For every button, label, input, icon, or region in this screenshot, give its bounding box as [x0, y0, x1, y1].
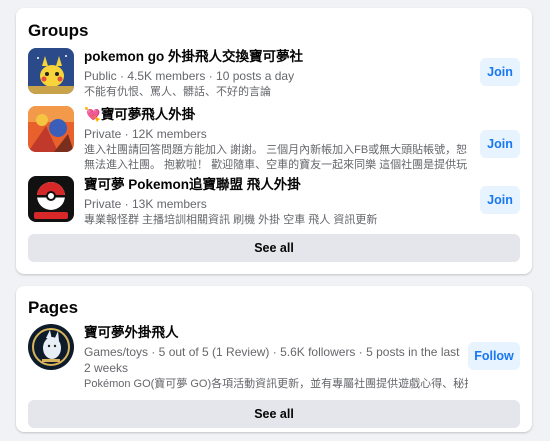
group-1-thumbnail[interactable]: [28, 48, 74, 94]
page-name[interactable]: 寶可夢外掛飛人: [84, 324, 468, 342]
group-description: 不能有仇恨、罵人、髒話、不好的言論: [84, 86, 271, 98]
groups-title: Groups: [28, 21, 89, 40]
group-item[interactable]: 寶可夢 Pokemon追寶聯盟 飛人外掛 Private · 13K membe…: [28, 176, 520, 226]
page-avatar[interactable]: [28, 324, 74, 370]
join-button[interactable]: Join: [480, 186, 520, 214]
page-item[interactable]: 寶可夢外掛飛人 Games/toys · 5 out of 5 (1 Revie…: [28, 324, 520, 390]
group-3-thumbnail[interactable]: [28, 176, 74, 222]
group-name[interactable]: pokemon go 外掛飛人交換寶可夢社: [84, 48, 468, 66]
groups-card: Groups pokemon go 外掛飛人交換寶可夢社 Public · 4.…: [16, 8, 532, 274]
group-description: 專業報怪群 主播培訓相關資訊 刷機 外掛 空車 飛人 資訊更新: [84, 214, 378, 226]
group-item[interactable]: 💘寶可夢飛人外掛 Private · 12K members 進入社團請回答問題…: [28, 106, 520, 171]
group-meta: Private · 12K members: [84, 127, 207, 141]
pages-card: Pages 寶可夢外掛飛人 Games/toys · 5 out of 5 (1…: [16, 286, 532, 432]
group-2-thumbnail[interactable]: [28, 106, 74, 152]
group-item[interactable]: pokemon go 外掛飛人交換寶可夢社 Public · 4.5K memb…: [28, 48, 520, 98]
heart-emoji-icon: 💘: [84, 107, 101, 122]
join-button[interactable]: Join: [480, 130, 520, 158]
join-button[interactable]: Join: [480, 58, 520, 86]
group-meta: Public · 4.5K members · 10 posts a day: [84, 69, 295, 83]
group-name-text: 寶可夢飛人外掛: [100, 107, 196, 122]
follow-button[interactable]: Follow: [468, 342, 520, 370]
page-description: Pokémon GO(寶可夢 GO)各項活動資訊更新，並有專屬社團提供遊戲心得、…: [84, 378, 468, 390]
group-name[interactable]: 寶可夢 Pokemon追寶聯盟 飛人外掛: [84, 176, 468, 194]
page-meta: Games/toys · 5 out of 5 (1 Review) · 5.6…: [84, 345, 460, 375]
groups-see-all-button[interactable]: See all: [28, 234, 520, 262]
pages-see-all-button[interactable]: See all: [28, 400, 520, 428]
pages-title: Pages: [28, 298, 79, 317]
group-meta: Private · 13K members: [84, 197, 207, 211]
group-name[interactable]: 💘寶可夢飛人外掛: [84, 106, 468, 124]
group-description: 進入社團請回答問題方能加入 謝謝。 三個月內新帳加入FB或無大頭貼帳號，恕無法進…: [84, 144, 468, 171]
